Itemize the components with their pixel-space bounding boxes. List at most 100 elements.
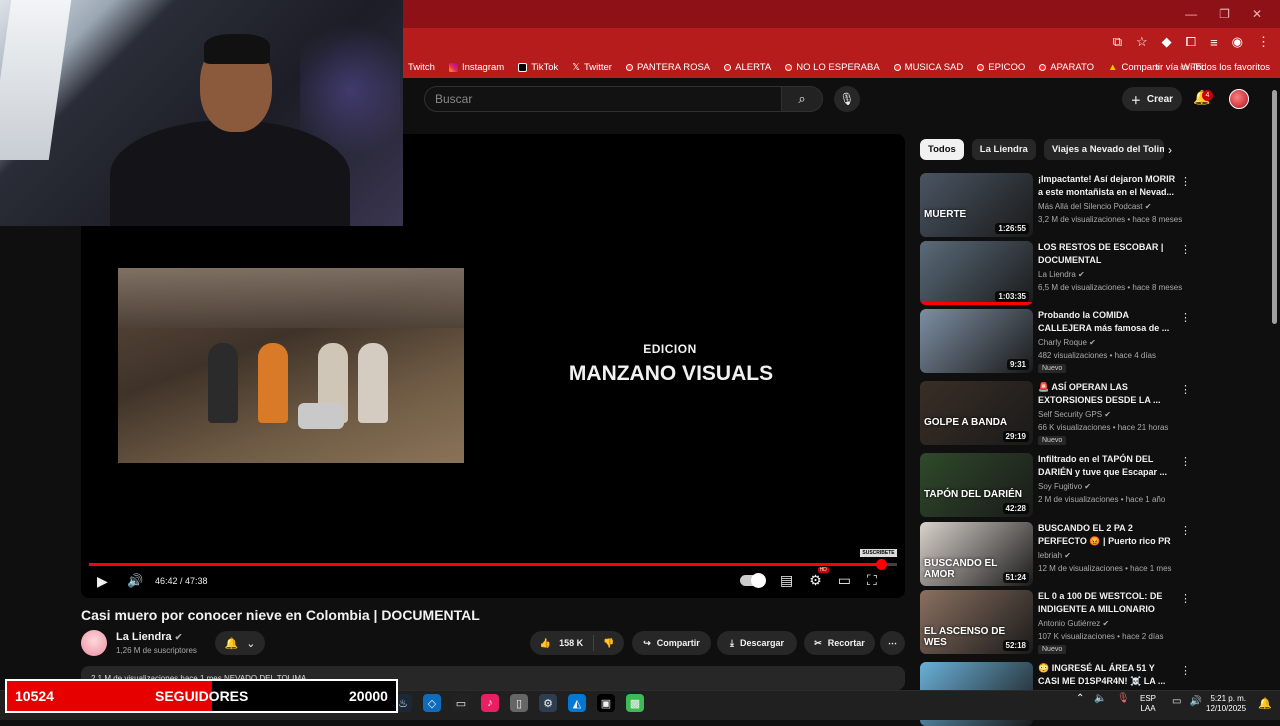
more-options-icon[interactable]: ⋮ [1180, 383, 1191, 396]
recommendation-item[interactable]: EL ASCENSO DE WES 52:18 EL 0 a 100 DE WEST… [920, 590, 1195, 654]
bookmark-alerta[interactable]: ALERTA [724, 62, 771, 73]
recommendation-item[interactable]: BUSCANDO EL AMOR 51:24 BUSCANDO EL 2 PA 2 … [920, 522, 1195, 586]
more-actions-button[interactable]: ⋯ [880, 631, 905, 655]
bookmark-twitter[interactable]: 𝕏 Twitter [572, 62, 612, 73]
chip-nevado-tolima[interactable]: Viajes a Nevado del Tolima [1043, 139, 1164, 160]
more-options-icon[interactable]: ⋮ [1180, 664, 1191, 677]
more-options-icon[interactable]: ⋮ [1180, 524, 1191, 537]
recommendation-item[interactable]: MUERTE 1:26:55 ¡Impactante! Así dejaron MO… [920, 173, 1195, 237]
notification-center-icon[interactable]: 🔔 [1258, 697, 1272, 710]
recommendation-thumbnail[interactable]: 1:03:35 [920, 241, 1033, 305]
voice-search-button[interactable]: 🎙 [834, 86, 860, 112]
recommendation-channel[interactable]: Charly Roque ✔ [1038, 338, 1096, 347]
fullscreen-icon[interactable]: ⛶ [867, 572, 877, 589]
more-options-icon[interactable]: ⋮ [1180, 243, 1191, 256]
volume-icon[interactable]: 🔊 [127, 573, 143, 589]
media-control-icon[interactable]: ≡ [1210, 35, 1218, 50]
share-button[interactable]: ↪ Compartir [632, 631, 711, 655]
bookmark-pantera-rosa[interactable]: PANTERA ROSA [625, 62, 710, 73]
recommendation-channel[interactable]: La Liendra ✔ [1038, 270, 1085, 279]
bookmark-musica-sad[interactable]: MUSICA SAD [893, 62, 963, 73]
microphone-icon[interactable]: 🎙 [1117, 693, 1130, 704]
recommendation-title[interactable]: BUSCANDO EL 2 PA 2 PERFECTO 😡 | Puerto r… [1038, 522, 1178, 548]
dislike-button[interactable]: 👎 [594, 638, 624, 649]
more-options-icon[interactable]: ⋮ [1180, 175, 1191, 188]
autoplay-toggle[interactable] [740, 573, 766, 588]
creeper-icon[interactable]: ▩ [626, 694, 644, 712]
chevron-up-icon[interactable]: ⌃ [1076, 693, 1084, 704]
chevron-right-icon[interactable]: › [1168, 143, 1172, 157]
network-icon[interactable]: ▭ [1172, 696, 1181, 707]
recommendation-thumbnail[interactable]: EL ASCENSO DE WES 52:18 [920, 590, 1033, 654]
search-input[interactable]: Buscar [424, 86, 782, 112]
subscription-bell-button[interactable]: 🔔 ⌄ [215, 631, 265, 655]
bookmark-aparato[interactable]: APARATO [1039, 62, 1094, 73]
minimize-button[interactable]: — [1185, 7, 1197, 21]
recommendation-title[interactable]: ¡Impactante! Así dejaron MORIR a este mo… [1038, 173, 1178, 199]
recommendation-item[interactable]: TAPÓN DEL DARIÉN 42:28 Infiltrado en el TA… [920, 453, 1195, 517]
recommendation-item[interactable]: 9:31 Probando la COMIDA CALLEJERA más fam… [920, 309, 1195, 373]
more-options-icon[interactable]: ⋮ [1180, 311, 1191, 324]
language-indicator[interactable]: ESP LAA [1140, 694, 1156, 714]
recommendation-thumbnail[interactable]: TAPÓN DEL DARIÉN 42:28 [920, 453, 1033, 517]
folder-icon[interactable]: ▭ [452, 694, 470, 712]
download-button[interactable]: ⤓ Descargar [717, 631, 797, 655]
extensions-puzzle-icon[interactable]: ⧠ [1186, 34, 1196, 50]
speaker-icon[interactable]: 🔈 [1094, 693, 1106, 704]
recommendation-title[interactable]: Probando la COMIDA CALLEJERA más famosa … [1038, 309, 1178, 335]
recommendation-channel[interactable]: lebriah ✔ [1038, 551, 1071, 560]
restore-button[interactable]: ❐ [1219, 7, 1230, 21]
tiktok-app-icon[interactable]: ♪ [481, 694, 499, 712]
extension-diamond-icon[interactable]: ◆ [1162, 34, 1172, 50]
channel-avatar[interactable] [81, 630, 107, 656]
app-icon[interactable]: ◇ [423, 694, 441, 712]
settings-gear-icon[interactable]: ⚙ HD [809, 567, 829, 589]
menu-kebab-icon[interactable]: ⋮ [1257, 34, 1270, 50]
progress-scrubber[interactable] [876, 559, 887, 570]
more-options-icon[interactable]: ⋮ [1180, 592, 1191, 605]
bookmark-twitch[interactable]: Twitch [404, 62, 435, 73]
recommendation-channel[interactable]: Self Security GPS ✔ [1038, 410, 1111, 419]
recommendation-thumbnail[interactable]: BUSCANDO EL AMOR 51:24 [920, 522, 1033, 586]
chip-todos[interactable]: Todos [920, 139, 964, 160]
more-options-icon[interactable]: ⋮ [1180, 455, 1191, 468]
clip-button[interactable]: ✂ Recortar [804, 631, 875, 655]
page-scrollbar[interactable] [1272, 90, 1277, 324]
recommendation-title[interactable]: Infiltrado en el TAPÓN DEL DARIÉN y tuve… [1038, 453, 1178, 479]
recommendation-channel[interactable]: Antonio Gutiérrez ✔ [1038, 619, 1109, 628]
account-avatar[interactable] [1229, 89, 1249, 109]
recommendation-item[interactable]: GOLPE A BANDA 29:19 🚨 ASÍ OPERAN LAS EXTOR… [920, 381, 1195, 445]
like-button[interactable]: 👍 158 K [530, 635, 594, 651]
bookmark-epicoo[interactable]: EPICOO [977, 62, 1025, 73]
recommendation-title[interactable]: 🚨 ASÍ OPERAN LAS EXTORSIONES DESDE LA ..… [1038, 381, 1178, 407]
taskbar-clock[interactable]: 5:21 p. m. 12/10/2025 [1206, 694, 1246, 714]
channel-name[interactable]: La Liendra ✔ [116, 631, 182, 643]
chip-la-liendra[interactable]: La Liendra [971, 139, 1036, 160]
recommendation-thumbnail[interactable]: GOLPE A BANDA 29:19 [920, 381, 1033, 445]
subtitles-icon[interactable]: ▤ [780, 572, 793, 589]
recommendation-thumbnail[interactable]: MUERTE 1:26:55 [920, 173, 1033, 237]
all-favorites-folder[interactable]: ▭ Todos los favoritos [1180, 62, 1270, 73]
recommendation-channel[interactable]: Más Allá del Silencio Podcast ✔ [1038, 202, 1151, 211]
bookmark-no-lo-esperaba[interactable]: NO LO ESPERABA [785, 62, 880, 73]
recommendation-title[interactable]: EL 0 a 100 DE WESTCOL: DE INDIGENTE A MI… [1038, 590, 1178, 616]
create-button[interactable]: ＋ Crear [1122, 87, 1182, 111]
recommendation-item[interactable]: 1:03:35 LOS RESTOS DE ESCOBAR | DOCUMENTA… [920, 241, 1195, 305]
install-app-icon[interactable]: ⧉ [1113, 34, 1122, 50]
play-icon[interactable]: ▶ [97, 573, 108, 590]
recommendation-thumbnail[interactable]: 9:31 [920, 309, 1033, 373]
volume-icon[interactable]: 🔊 [1189, 696, 1201, 707]
document-icon[interactable]: ▯ [510, 694, 528, 712]
recommendation-title[interactable]: 😳 INGRESÉ AL ÁREA 51 Y CASI ME D1SP4R4N!… [1038, 662, 1178, 688]
profile-icon[interactable]: ◉ [1232, 34, 1243, 50]
recommendation-item[interactable]: 😳 INGRESÉ AL ÁREA 51 Y CASI ME D1SP4R4N!… [920, 662, 1195, 726]
bookmarks-overflow-icon[interactable]: » [1155, 62, 1160, 73]
capcut-icon[interactable]: ▣ [597, 694, 615, 712]
recommendation-title[interactable]: LOS RESTOS DE ESCOBAR | DOCUMENTAL [1038, 241, 1178, 267]
recommendation-channel[interactable]: Soy Fugitivo ✔ [1038, 482, 1091, 491]
close-button[interactable]: ✕ [1252, 7, 1262, 21]
theater-mode-icon[interactable]: ▭ [838, 572, 851, 589]
bookmark-star-icon[interactable]: ☆ [1136, 34, 1148, 50]
settings-icon[interactable]: ⚙ [539, 694, 557, 712]
store-icon[interactable]: ◭ [568, 694, 586, 712]
